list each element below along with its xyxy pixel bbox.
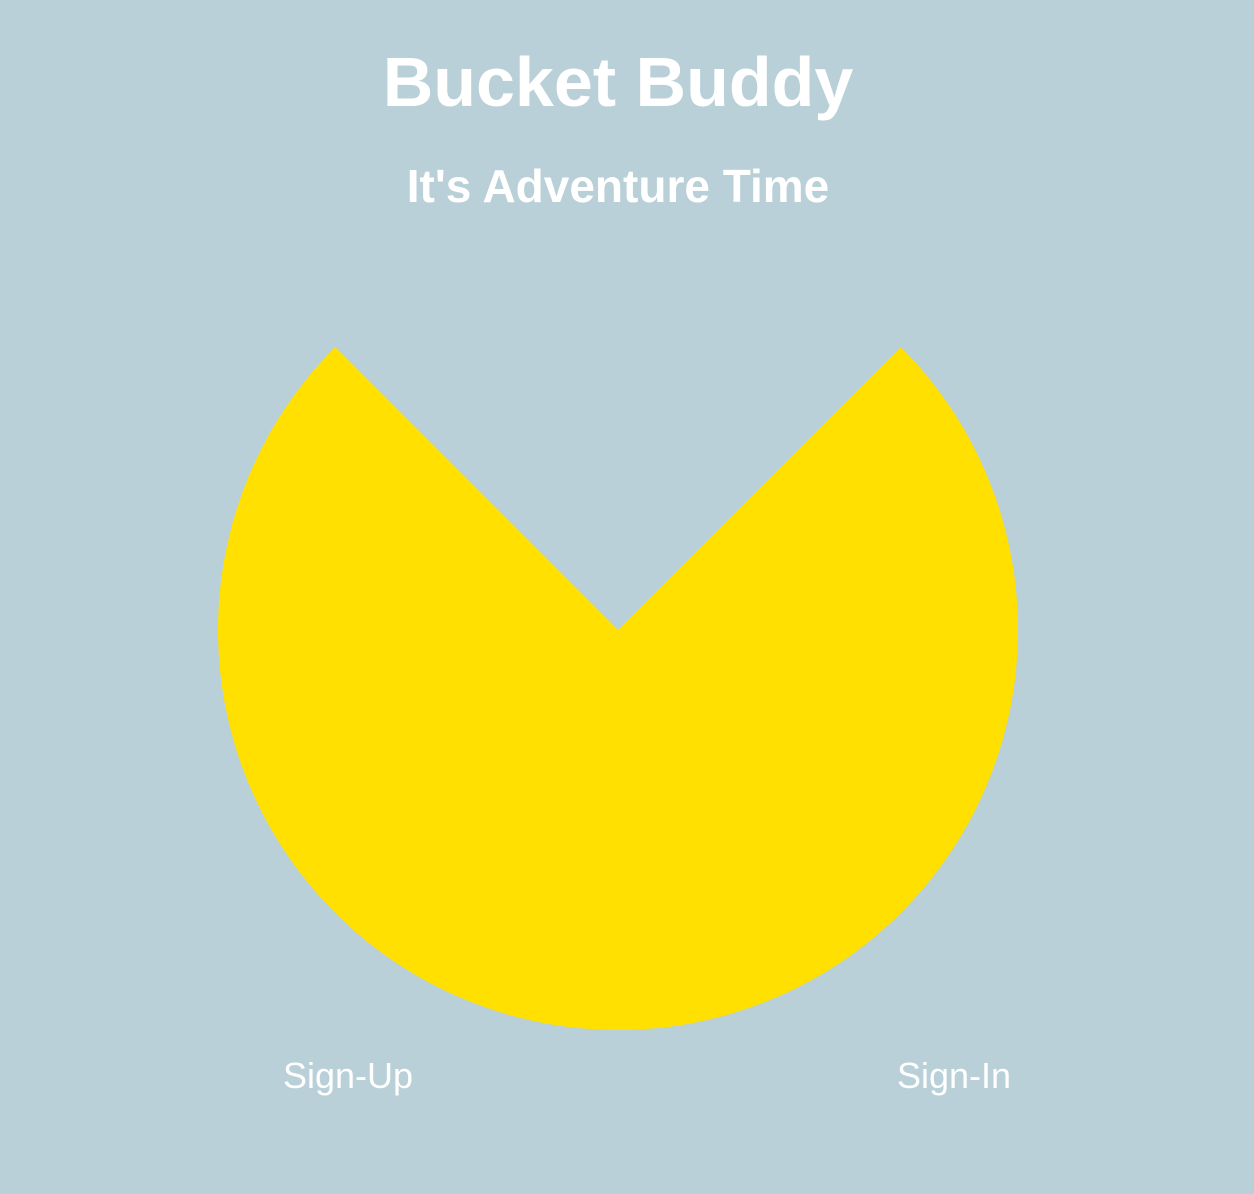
pacman-shape	[218, 347, 1018, 1030]
sign-up-link[interactable]: Sign-Up	[283, 1054, 413, 1098]
app-title: Bucket Buddy	[382, 43, 854, 121]
sign-in-link[interactable]: Sign-In	[897, 1054, 1011, 1098]
app-subtitle: It's Adventure Time	[406, 160, 830, 212]
pacman-logo	[218, 347, 1018, 1030]
